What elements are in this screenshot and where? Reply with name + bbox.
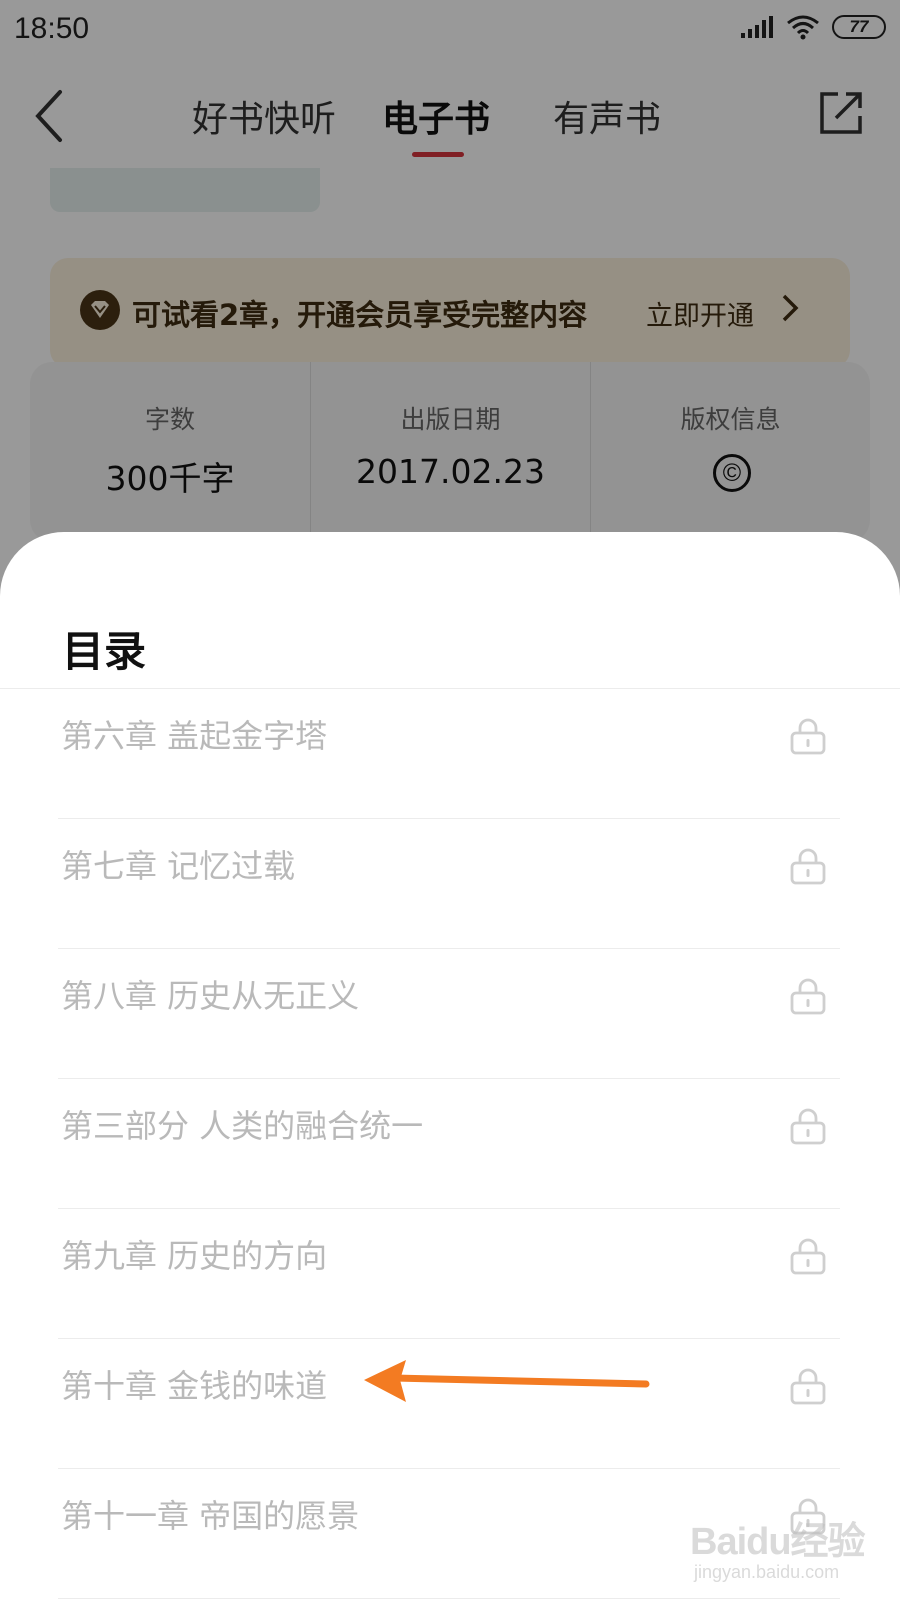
toc-item-label: 第八章 历史从无正义 — [61, 977, 360, 1015]
watermark-logo: Baidu经验 — [690, 1521, 866, 1563]
watermark-url: jingyan.baidu.com — [694, 1562, 840, 1582]
toc-item-label: 第六章 盖起金字塔 — [61, 717, 328, 755]
toc-item-label: 第三部分 人类的融合统一 — [61, 1107, 424, 1145]
lock-icon — [790, 1238, 826, 1275]
toc-item-label: 第九章 历史的方向 — [61, 1237, 328, 1275]
toc-list: 第六章 盖起金字塔 第七章 记忆过载 第八章 历史从无正义 第三部分 人类的融合… — [0, 689, 900, 1599]
lock-icon — [790, 848, 826, 885]
lock-icon — [790, 718, 826, 755]
toc-item[interactable]: 第八章 历史从无正义 — [0, 949, 900, 1079]
toc-title: 目录 — [62, 627, 147, 676]
toc-item-label: 第十章 金钱的味道 — [61, 1367, 328, 1405]
toc-item[interactable]: 第十章 金钱的味道 — [0, 1339, 900, 1469]
toc-item[interactable]: 第九章 历史的方向 — [0, 1209, 900, 1339]
toc-item-label: 第七章 记忆过载 — [61, 847, 296, 885]
lock-icon — [790, 978, 826, 1015]
toc-item[interactable]: 第六章 盖起金字塔 — [0, 689, 900, 819]
baidu-jingyan-watermark: Baidu经验 jingyan.baidu.com — [690, 1510, 890, 1590]
toc-item-label: 第十一章 帝国的愿景 — [61, 1497, 360, 1535]
divider — [58, 1597, 840, 1599]
lock-icon — [790, 1108, 826, 1145]
lock-icon — [790, 1368, 826, 1405]
toc-item[interactable]: 第七章 记忆过载 — [0, 819, 900, 949]
toc-item[interactable]: 第三部分 人类的融合统一 — [0, 1079, 900, 1209]
toc-bottom-sheet: 目录 第六章 盖起金字塔 第七章 记忆过载 第八章 历史从无正义 第三部分 人类… — [0, 532, 900, 1600]
